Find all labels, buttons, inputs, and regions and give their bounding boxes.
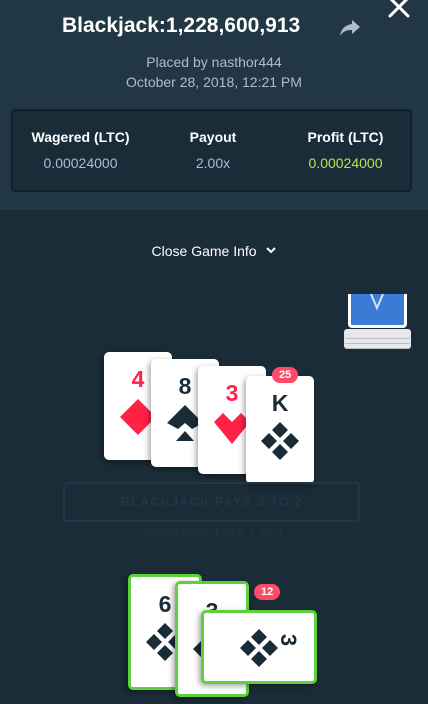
profit-label: Profit (LTC) xyxy=(307,129,384,145)
chevron-down-icon xyxy=(266,247,277,254)
close-icon[interactable] xyxy=(384,0,414,24)
payout-value: 2.00x xyxy=(195,155,231,171)
share-icon[interactable] xyxy=(338,16,362,40)
dealer-total-badge: 25 xyxy=(272,367,299,383)
card-deck xyxy=(344,293,411,349)
bet-date: October 28, 2018, 12:21 PM xyxy=(126,74,302,90)
card-rank: 3 xyxy=(276,633,302,647)
deck-top-card-back xyxy=(348,293,407,328)
close-game-info-toggle[interactable]: Close Game Info xyxy=(0,242,428,259)
toggle-label: Close Game Info xyxy=(151,243,257,260)
player-card-3-doubled: 3 xyxy=(201,610,317,684)
bet-title: Blackjack:1,228,600,913 xyxy=(62,14,301,37)
card-rank: K xyxy=(271,390,289,416)
profit-stat: Profit (LTC) 0.00024000 xyxy=(283,129,408,171)
blackjack-pays-banner: BLACKJACK PAYS 3 TO 2 xyxy=(63,482,360,522)
wagered-value: 0.00024000 xyxy=(43,155,118,171)
deck-logo-icon xyxy=(370,293,384,311)
wagered-label: Wagered (LTC) xyxy=(31,129,130,145)
deck-layer xyxy=(344,329,411,339)
player-total-badge: 12 xyxy=(254,584,281,600)
club-icon xyxy=(240,629,278,667)
dealer-card-4: K xyxy=(246,376,314,484)
profit-value: 0.00024000 xyxy=(308,155,383,171)
bet-details-header: Blackjack:1,228,600,913 Placed by nastho… xyxy=(0,0,428,210)
title-row: Blackjack:1,228,600,913 xyxy=(0,0,428,44)
insurance-pays-text: INSURANCE PAYS 2 TO 1 xyxy=(143,528,285,539)
wagered-stat: Wagered (LTC) 0.00024000 xyxy=(18,129,143,171)
club-icon xyxy=(261,422,299,460)
bet-stats-panel: Wagered (LTC) 0.00024000 Payout 2.00x Pr… xyxy=(11,109,412,192)
placed-by: Placed by nasthor444 xyxy=(146,54,282,70)
payout-label: Payout xyxy=(189,129,237,145)
payout-stat: Payout 2.00x xyxy=(163,129,263,171)
